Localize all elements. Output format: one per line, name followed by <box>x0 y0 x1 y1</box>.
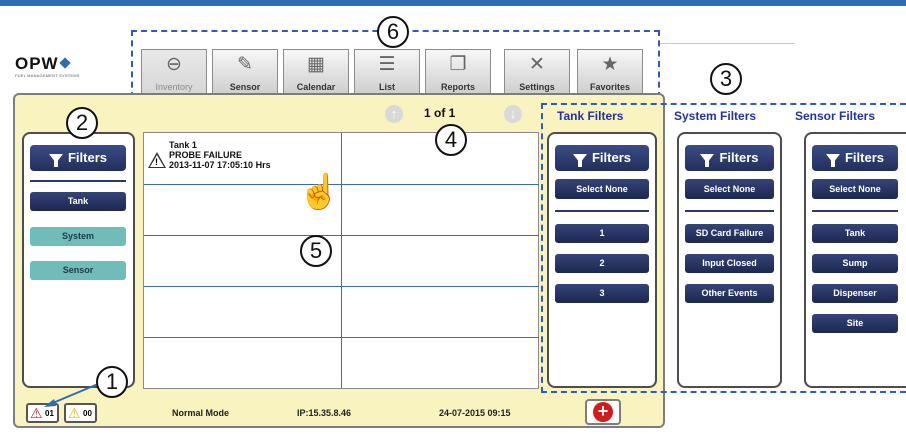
hand-pointer-icon: ☝ <box>298 173 341 211</box>
tank-filter-3[interactable]: 3 <box>555 284 649 303</box>
filter-divider <box>30 180 126 182</box>
callout-3: 3 <box>710 63 742 95</box>
plus-icon: + <box>593 402 613 422</box>
filter-divider <box>812 210 898 212</box>
callout-6: 6 <box>377 16 409 48</box>
system-filter-other-events[interactable]: Other Events <box>685 284 774 303</box>
tab-calendar[interactable]: ▦ Calendar <box>283 49 349 93</box>
filter-system[interactable]: System <box>30 227 126 246</box>
alarm-count: 01 <box>45 409 54 418</box>
tank-filters-title: Tank Filters <box>557 109 624 123</box>
page-down-button[interactable]: ↓ <box>504 105 522 123</box>
filters-label: Filters <box>844 150 884 165</box>
reports-icon: ❐ <box>449 54 467 75</box>
top-border <box>0 0 906 6</box>
logo-diamond-icon <box>58 57 71 69</box>
header-divider <box>660 43 795 44</box>
category-filters-button[interactable]: Filters <box>30 145 126 171</box>
alarm-time: 2013-11-07 17:05:10 Hrs <box>169 160 271 170</box>
probe-icon: ✎ <box>237 54 253 75</box>
star-icon: ★ <box>601 54 619 75</box>
sensor-filter-site[interactable]: Site <box>812 314 898 333</box>
grid-cell[interactable] <box>342 338 539 388</box>
tank-icon: ⊖ <box>166 54 182 75</box>
tab-label: Sensor <box>229 82 261 92</box>
tab-inventory[interactable]: ⊖ Inventory <box>141 49 207 93</box>
system-filters-title: System Filters <box>674 109 757 123</box>
funnel-icon <box>572 154 587 167</box>
system-filters-button[interactable]: Filters <box>685 145 774 171</box>
alarm-entry[interactable]: Tank 1 PROBE FAILURE 2013-11-07 17:05:10… <box>169 140 271 170</box>
tools-icon: ✕ <box>529 54 545 75</box>
system-select-none-button[interactable]: Select None <box>685 179 774 199</box>
alarm-status: PROBE FAILURE <box>169 150 243 160</box>
funnel-icon <box>700 154 715 167</box>
sensor-select-none-button[interactable]: Select None <box>812 179 898 199</box>
warning-triangle-icon: ! <box>148 152 166 168</box>
mode-label: Normal Mode <box>172 408 230 418</box>
tab-label: List <box>378 82 395 92</box>
datetime-label: 24-07-2015 09:15 <box>439 408 511 418</box>
filter-divider <box>685 210 774 212</box>
callout-1: 1 <box>96 366 128 398</box>
alarm-tank-name: Tank 1 <box>169 140 197 150</box>
grid-cell[interactable] <box>144 287 342 338</box>
alarm-grid <box>143 132 539 389</box>
filter-divider <box>555 210 649 212</box>
system-filter-input-closed[interactable]: Input Closed <box>685 254 774 273</box>
filters-label: Filters <box>591 150 631 165</box>
grid-cell[interactable] <box>144 338 342 388</box>
tab-settings[interactable]: ✕ Settings <box>504 49 570 93</box>
system-filter-sd-card-failure[interactable]: SD Card Failure <box>685 224 774 243</box>
arrow-up-icon: ↑ <box>390 106 398 121</box>
callout-5: 5 <box>300 235 332 267</box>
list-icon: ☰ <box>378 54 396 75</box>
filters-label: Filters <box>67 150 107 165</box>
callout-4: 4 <box>435 124 467 156</box>
filter-tank[interactable]: Tank <box>30 192 126 211</box>
calendar-icon: ▦ <box>307 54 325 75</box>
sensor-filter-dispenser[interactable]: Dispenser <box>812 284 898 303</box>
tank-filters-button[interactable]: Filters <box>555 145 649 171</box>
funnel-icon <box>48 154 63 167</box>
tab-label: Inventory <box>155 82 193 92</box>
page-indicator: 1 of 1 <box>424 106 456 120</box>
tank-select-none-button[interactable]: Select None <box>555 179 649 199</box>
grid-cell[interactable] <box>342 185 539 236</box>
tab-label: Calendar <box>296 82 336 92</box>
sensor-filters-button[interactable]: Filters <box>812 145 898 171</box>
sensor-filter-tank[interactable]: Tank <box>812 224 898 243</box>
tab-list[interactable]: ☰ List <box>354 49 420 93</box>
funnel-icon <box>825 154 840 167</box>
ip-address: IP:15.35.8.46 <box>297 408 352 418</box>
tab-favorites[interactable]: ★ Favorites <box>577 49 643 93</box>
filters-label: Filters <box>719 150 759 165</box>
page-up-button[interactable]: ↑ <box>385 105 403 123</box>
logo-text: OPW <box>15 54 59 73</box>
opw-logo: OPW FUEL MANAGEMENT SYSTEMS <box>15 54 125 84</box>
arrow-down-icon: ↓ <box>509 106 517 121</box>
tab-label: Settings <box>519 82 555 92</box>
warning-count: 00 <box>83 409 92 418</box>
sensor-filter-sump[interactable]: Sump <box>812 254 898 273</box>
tank-filter-2[interactable]: 2 <box>555 254 649 273</box>
tab-reports[interactable]: ❐ Reports <box>425 49 491 93</box>
logo-subtitle: FUEL MANAGEMENT SYSTEMS <box>15 73 80 78</box>
tab-label: Reports <box>440 82 475 92</box>
callout-2: 2 <box>66 107 98 139</box>
filter-sensor[interactable]: Sensor <box>30 261 126 280</box>
add-button[interactable]: + <box>585 399 621 425</box>
tab-sensor[interactable]: ✎ Sensor <box>212 49 278 93</box>
tab-label: Favorites <box>589 82 631 92</box>
tank-filter-1[interactable]: 1 <box>555 224 649 243</box>
grid-cell[interactable] <box>342 236 539 287</box>
grid-cell[interactable] <box>342 287 539 338</box>
sensor-filters-title: Sensor Filters <box>795 109 876 123</box>
